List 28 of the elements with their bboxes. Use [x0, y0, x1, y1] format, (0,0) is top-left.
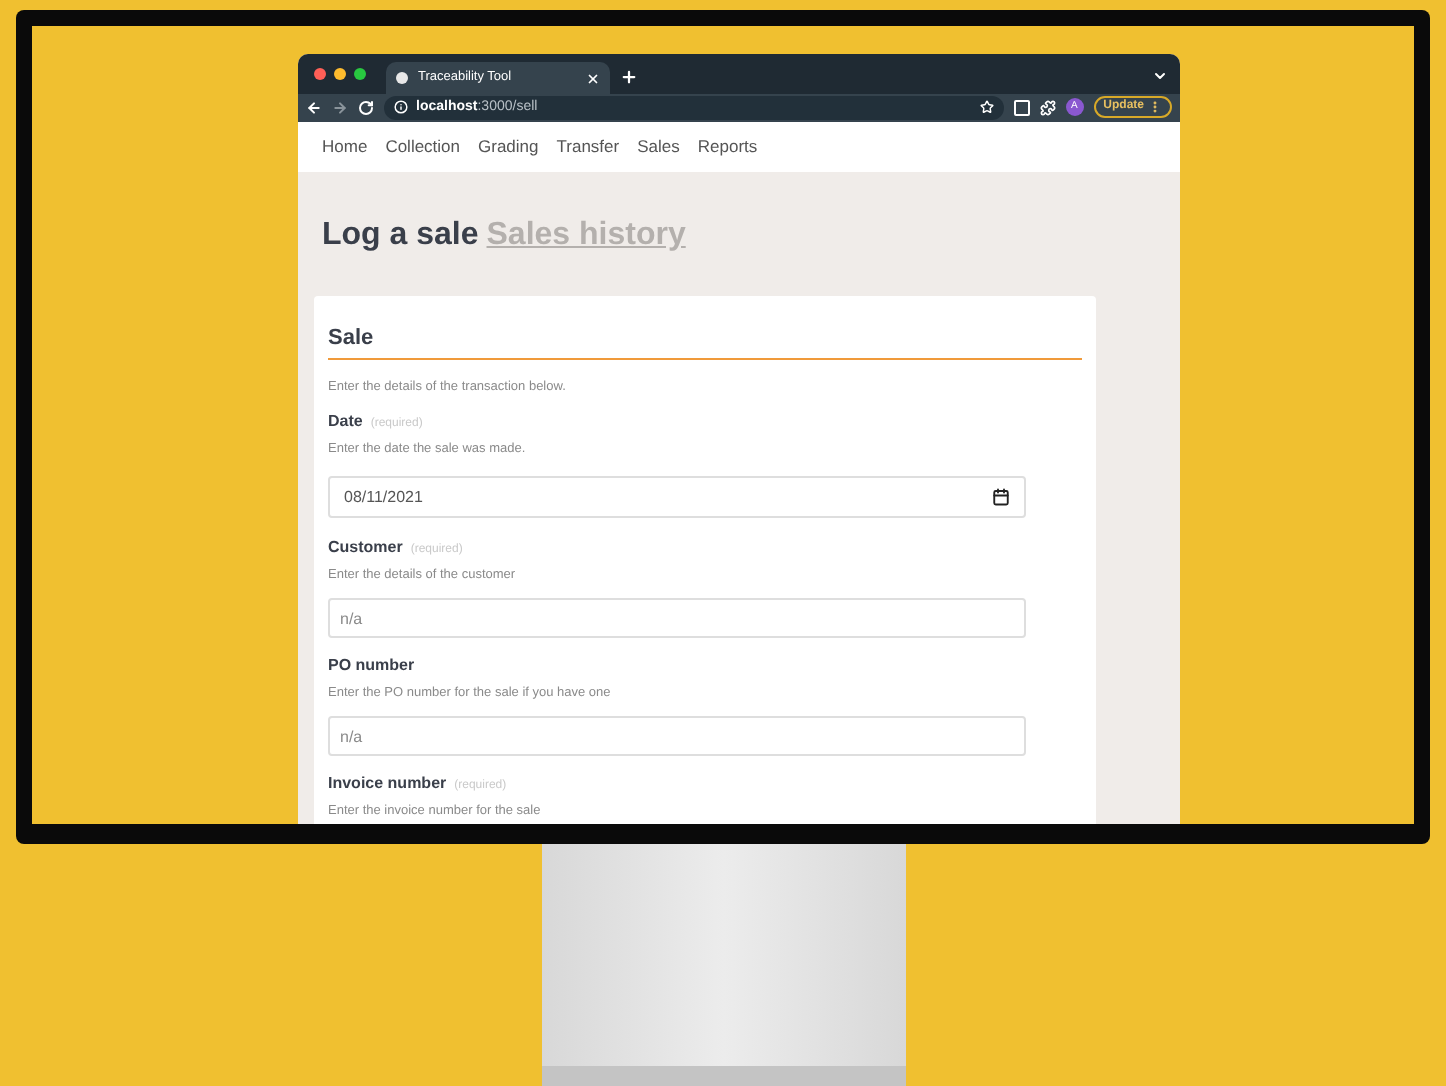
reload-icon[interactable]: [358, 99, 374, 116]
input-field[interactable]: n/a: [328, 598, 1026, 638]
nav-link[interactable]: Grading: [478, 133, 539, 160]
calendar-icon[interactable]: [992, 488, 1010, 506]
field-label: Invoice number: [328, 772, 447, 796]
field-label: PO number: [328, 654, 415, 678]
input-field[interactable]: n/a: [328, 716, 1026, 756]
nav-link[interactable]: Sales: [637, 133, 680, 160]
puzzle-icon[interactable]: [1039, 99, 1056, 116]
forward-icon[interactable]: [332, 99, 348, 116]
date-field[interactable]: 08/11/2021: [328, 476, 1026, 518]
close-icon[interactable]: [586, 71, 600, 85]
page-title: Log a sale: [322, 215, 479, 256]
back-icon[interactable]: [306, 99, 322, 116]
info-icon[interactable]: [394, 100, 408, 115]
nav-link[interactable]: Collection: [385, 133, 461, 160]
section-heading: Sale: [328, 323, 376, 354]
new-tab-icon[interactable]: [620, 68, 638, 86]
extension-icon[interactable]: [1013, 99, 1030, 116]
star-icon[interactable]: [979, 100, 994, 115]
nav-link[interactable]: Home: [322, 133, 368, 160]
favicon-icon: [396, 72, 408, 84]
nav-link[interactable]: Reports: [697, 133, 758, 160]
chevron-down-icon[interactable]: [1152, 68, 1168, 84]
nav-link[interactable]: Transfer: [556, 133, 620, 160]
field-label: Date: [328, 410, 363, 434]
field-label: Customer: [328, 536, 403, 560]
more-icon[interactable]: [1148, 100, 1162, 115]
